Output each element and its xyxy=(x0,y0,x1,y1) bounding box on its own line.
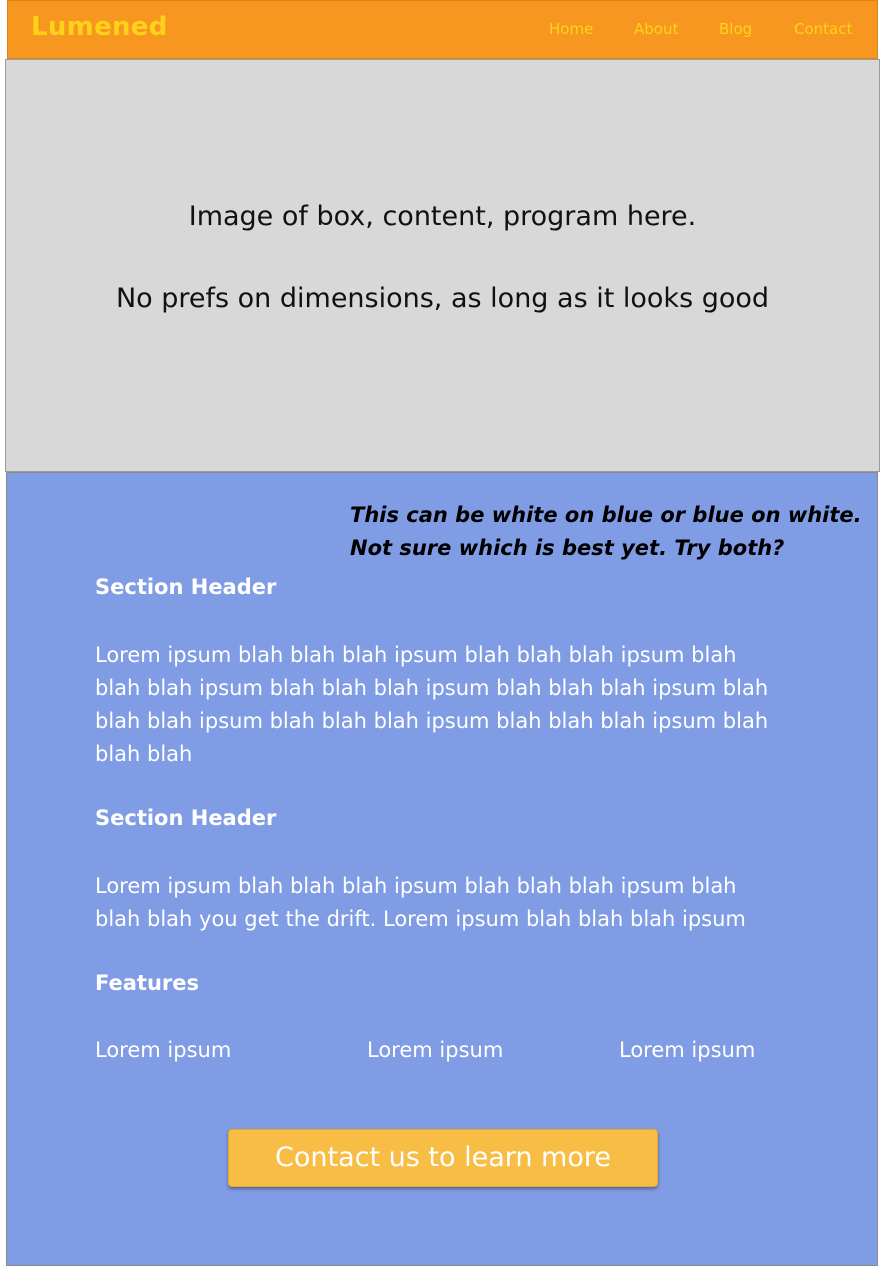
nav-link-contact[interactable]: Contact xyxy=(794,20,852,38)
features-header: Features xyxy=(95,971,199,995)
section-body-line: Lorem ipsum blah blah blah ipsum blah bl… xyxy=(95,643,737,667)
section-body: Lorem ipsum blah blah blah ipsum blah bl… xyxy=(95,870,746,936)
feature-item: Lorem ipsum xyxy=(367,1038,504,1062)
nav-link-about[interactable]: About xyxy=(634,20,678,38)
feature-item: Lorem ipsum xyxy=(619,1038,756,1062)
section-header: Section Header xyxy=(95,806,277,830)
section-body-line: blah blah ipsum blah blah blah ipsum bla… xyxy=(95,709,769,733)
nav-link-blog[interactable]: Blog xyxy=(719,20,752,38)
content-section: This can be white on blue or blue on whi… xyxy=(6,472,878,1266)
contact-us-button[interactable]: Contact us to learn more xyxy=(228,1129,658,1187)
section-header: Section Header xyxy=(95,575,277,599)
design-note-line-1: This can be white on blue or blue on whi… xyxy=(350,503,862,527)
design-note-line-2: Not sure which is best yet. Try both? xyxy=(350,536,785,560)
section-body-line: blah blah xyxy=(95,742,193,766)
section-body-line: Lorem ipsum blah blah blah ipsum blah bl… xyxy=(95,874,737,898)
nav-links: Home About Blog Contact xyxy=(8,20,877,44)
hero-image-placeholder: Image of box, content, program here. No … xyxy=(5,59,880,472)
hero-text-line-1: Image of box, content, program here. xyxy=(188,201,697,232)
design-note: This can be white on blue or blue on whi… xyxy=(350,499,862,565)
section-body-line: blah blah ipsum blah blah blah ipsum bla… xyxy=(95,676,769,700)
section-body: Lorem ipsum blah blah blah ipsum blah bl… xyxy=(95,639,768,771)
section-body-line: blah blah you get the drift. Lorem ipsum… xyxy=(95,907,746,931)
feature-item: Lorem ipsum xyxy=(95,1038,232,1062)
hero-text-line-2: No prefs on dimensions, as long as it lo… xyxy=(115,283,770,314)
top-navigation-bar: Lumened Home About Blog Contact xyxy=(7,0,878,59)
nav-link-home[interactable]: Home xyxy=(549,20,593,38)
